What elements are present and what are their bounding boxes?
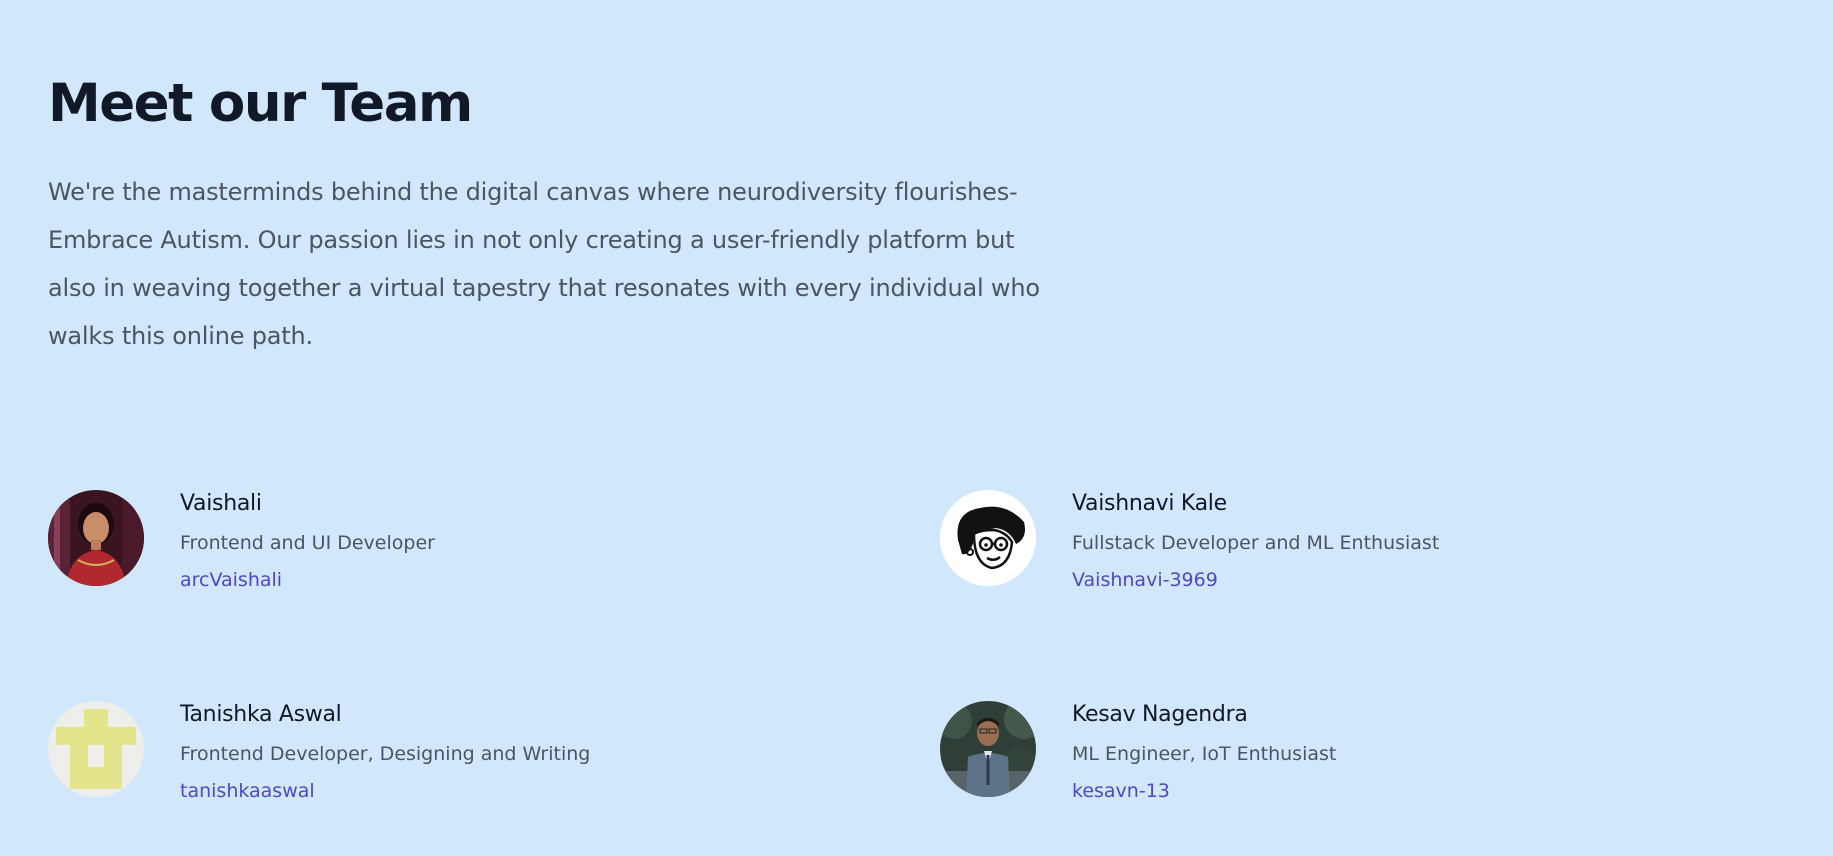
member-role: ML Engineer, IoT Enthusiast <box>1072 743 1337 765</box>
portrait-photo-icon <box>940 701 1036 797</box>
team-member-card: Vaishali Frontend and UI Developer arcVa… <box>48 490 928 593</box>
avatar <box>940 701 1036 797</box>
avatar <box>48 701 144 797</box>
team-member-card: Kesav Nagendra ML Engineer, IoT Enthusia… <box>940 701 1820 804</box>
member-name: Vaishali <box>180 491 262 516</box>
member-name: Vaishnavi Kale <box>1072 491 1227 516</box>
member-role: Frontend and UI Developer <box>180 532 435 554</box>
team-member-card: Tanishka Aswal Frontend Developer, Desig… <box>48 701 928 804</box>
cartoon-face-icon <box>940 490 1036 586</box>
avatar <box>940 490 1036 586</box>
github-handle-link[interactable]: kesavn-13 <box>1072 778 1170 804</box>
member-role: Frontend Developer, Designing and Writin… <box>180 743 591 765</box>
member-name: Tanishka Aswal <box>180 702 342 727</box>
github-handle-link[interactable]: tanishkaaswal <box>180 778 315 804</box>
team-section: Meet our Team We're the masterminds behi… <box>48 0 1808 856</box>
intro-paragraph: We're the masterminds behind the digital… <box>48 178 1040 350</box>
github-handle-link[interactable]: Vaishnavi-3969 <box>1072 567 1218 593</box>
member-role: Fullstack Developer and ML Enthusiast <box>1072 532 1440 554</box>
portrait-photo-icon <box>48 490 144 586</box>
avatar <box>48 490 144 586</box>
member-name: Kesav Nagendra <box>1072 702 1248 727</box>
page-title: Meet our Team <box>48 73 473 134</box>
github-handle-link[interactable]: arcVaishali <box>180 567 282 593</box>
team-member-card: Vaishnavi Kale Fullstack Developer and M… <box>940 490 1820 593</box>
identicon-icon <box>48 701 144 797</box>
